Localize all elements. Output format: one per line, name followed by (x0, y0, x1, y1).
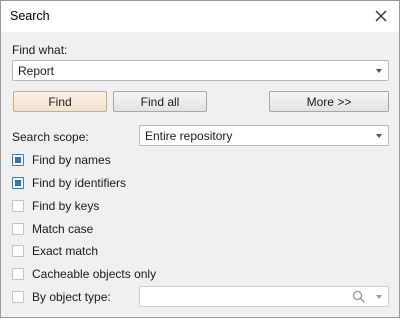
checkbox-box[interactable] (12, 200, 24, 212)
search-dialog: Search Find what: Report Find Find all M… (0, 0, 400, 318)
find-by-keys-checkbox[interactable]: Find by keys (12, 199, 99, 213)
find-what-combobox[interactable]: Report (12, 60, 389, 81)
checkbox-label: Match case (32, 222, 94, 236)
by-object-type-checkbox[interactable]: By object type: (12, 290, 111, 304)
find-button[interactable]: Find (13, 91, 107, 112)
checkbox-box[interactable] (12, 223, 24, 235)
match-case-checkbox[interactable]: Match case (12, 222, 93, 236)
search-icon[interactable] (352, 290, 366, 304)
find-what-label: Find what: (12, 43, 68, 57)
find-all-button-label: Find all (140, 94, 180, 109)
checkbox-label: Find by names (32, 153, 111, 167)
checkbox-box[interactable] (12, 154, 24, 166)
dialog-title: Search (10, 9, 50, 23)
find-all-button[interactable]: Find all (113, 91, 207, 112)
object-type-combobox[interactable] (139, 286, 389, 307)
cacheable-objects-only-checkbox[interactable]: Cacheable objects only (12, 267, 156, 281)
checkbox-box[interactable] (12, 177, 24, 189)
chevron-down-icon[interactable] (376, 69, 382, 73)
checkbox-label: Exact match (32, 244, 99, 258)
find-by-names-checkbox[interactable]: Find by names (12, 153, 111, 167)
more-button[interactable]: More >> (269, 91, 389, 112)
search-scope-label: Search scope: (12, 130, 89, 144)
checkbox-label: By object type: (32, 290, 111, 304)
more-button-label: More >> (306, 94, 352, 109)
checkbox-box[interactable] (12, 245, 24, 257)
checkbox-box[interactable] (12, 268, 24, 280)
find-by-identifiers-checkbox[interactable]: Find by identifiers (12, 176, 126, 190)
chevron-down-icon[interactable] (376, 134, 382, 138)
checkbox-label: Cacheable objects only (32, 267, 157, 281)
exact-match-checkbox[interactable]: Exact match (12, 244, 98, 258)
search-scope-combobox[interactable]: Entire repository (139, 125, 389, 146)
chevron-down-icon[interactable] (376, 295, 382, 299)
close-icon (375, 10, 387, 22)
checkbox-box[interactable] (12, 291, 24, 303)
find-what-value: Report (18, 64, 55, 78)
checkbox-label: Find by identifiers (32, 176, 127, 190)
checkbox-label: Find by keys (32, 199, 100, 213)
close-button[interactable] (369, 5, 393, 27)
title-bar: Search (1, 1, 399, 32)
find-button-label: Find (48, 94, 72, 109)
search-scope-value: Entire repository (145, 129, 233, 143)
